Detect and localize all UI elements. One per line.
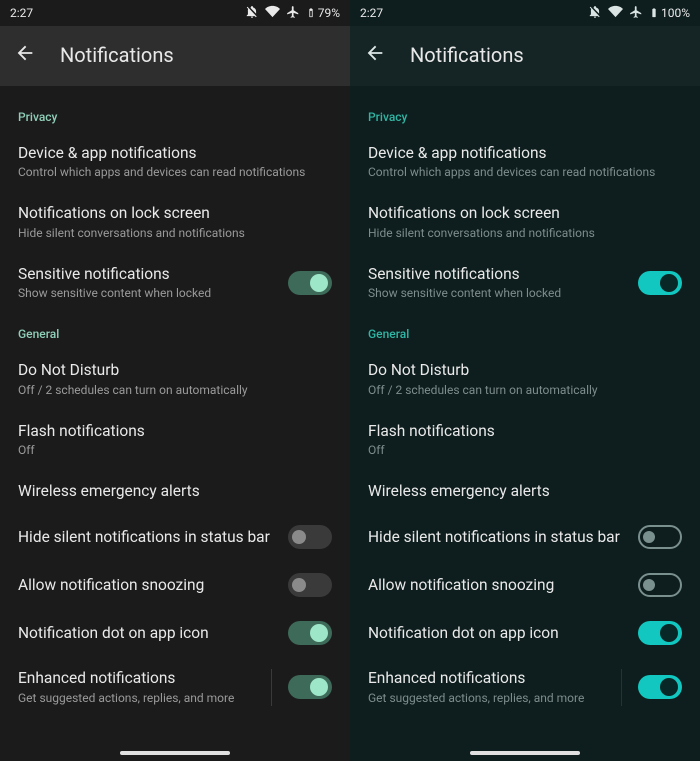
row-lock-screen-notifications[interactable]: Notifications on lock screen Hide silent… [350,192,700,252]
row-subtitle: Show sensitive content when locked [18,286,278,301]
toggle-hide-silent[interactable] [288,525,332,549]
battery-percent: 79% [318,6,340,20]
row-wireless-emergency-alerts[interactable]: Wireless emergency alerts [350,470,700,513]
row-subtitle: Show sensitive content when locked [368,286,628,301]
phone-right: 2:27 100% Notifications Privacy [350,0,700,761]
gesture-nav-handle[interactable] [120,751,230,755]
row-subtitle: Off / 2 schedules can turn on automatica… [368,383,682,398]
phone-left: 2:27 79% Notifications Privacy [0,0,350,761]
divider [271,669,272,705]
toggle-enhanced[interactable] [288,675,332,699]
toggle-snoozing[interactable] [638,573,682,597]
divider [621,669,622,705]
row-wireless-emergency-alerts[interactable]: Wireless emergency alerts [0,470,350,513]
row-device-app-notifications[interactable]: Device & app notifications Control which… [0,132,350,192]
row-notification-dot[interactable]: Notification dot on app icon [0,609,350,657]
row-title: Enhanced notifications [368,669,605,688]
settings-list[interactable]: Privacy Device & app notifications Contr… [0,86,350,761]
row-title: Allow notification snoozing [368,576,628,595]
status-icons: 100% [588,4,690,22]
battery-percent: 100% [661,6,690,20]
row-title: Wireless emergency alerts [18,482,332,501]
row-allow-snoozing[interactable]: Allow notification snoozing [0,561,350,609]
settings-list[interactable]: Privacy Device & app notifications Contr… [350,86,700,761]
row-hide-silent-statusbar[interactable]: Hide silent notifications in status bar [350,513,700,561]
row-allow-snoozing[interactable]: Allow notification snoozing [350,561,700,609]
row-notification-dot[interactable]: Notification dot on app icon [350,609,700,657]
toggle-enhanced[interactable] [638,675,682,699]
row-subtitle: Get suggested actions, replies, and more [18,691,255,706]
row-subtitle: Hide silent conversations and notificati… [368,226,682,241]
row-do-not-disturb[interactable]: Do Not Disturb Off / 2 schedules can tur… [0,349,350,409]
row-sensitive-notifications[interactable]: Sensitive notifications Show sensitive c… [350,253,700,313]
battery-indicator: 79% [306,5,340,21]
row-title: Do Not Disturb [18,361,332,380]
row-title: Notifications on lock screen [368,204,682,223]
toggle-snoozing[interactable] [288,573,332,597]
row-hide-silent-statusbar[interactable]: Hide silent notifications in status bar [0,513,350,561]
row-title: Enhanced notifications [18,669,255,688]
row-flash-notifications[interactable]: Flash notifications Off [0,410,350,470]
page-title: Notifications [60,43,174,67]
row-title: Hide silent notifications in status bar [368,528,628,547]
row-subtitle: Hide silent conversations and notificati… [18,226,332,241]
row-title: Notifications on lock screen [18,204,332,223]
toggle-sensitive[interactable] [638,271,682,295]
back-button[interactable] [364,42,386,68]
row-title: Device & app notifications [18,144,332,163]
toggle-sensitive[interactable] [288,271,332,295]
status-bar: 2:27 79% [0,0,350,26]
row-title: Wireless emergency alerts [368,482,682,501]
row-title: Allow notification snoozing [18,576,278,595]
section-general: General [350,313,700,349]
row-subtitle: Off [368,443,682,458]
row-title: Flash notifications [18,422,332,441]
row-title: Flash notifications [368,422,682,441]
section-privacy: Privacy [350,96,700,132]
dnd-off-icon [588,5,602,22]
wifi-icon [265,4,280,22]
row-flash-notifications[interactable]: Flash notifications Off [350,410,700,470]
status-time: 2:27 [360,6,383,20]
status-bar: 2:27 100% [350,0,700,26]
row-title: Sensitive notifications [18,265,278,284]
status-time: 2:27 [10,6,33,20]
battery-indicator: 100% [649,5,690,21]
row-subtitle: Off [18,443,332,458]
airplane-icon [629,5,643,22]
toggle-dot[interactable] [638,621,682,645]
header: Notifications [0,26,350,86]
row-title: Hide silent notifications in status bar [18,528,278,547]
airplane-icon [286,5,300,22]
header: Notifications [350,26,700,86]
row-lock-screen-notifications[interactable]: Notifications on lock screen Hide silent… [0,192,350,252]
row-enhanced-notifications[interactable]: Enhanced notifications Get suggested act… [350,657,700,717]
row-subtitle: Control which apps and devices can read … [368,165,682,180]
section-general: General [0,313,350,349]
row-enhanced-notifications[interactable]: Enhanced notifications Get suggested act… [0,657,350,717]
row-title: Do Not Disturb [368,361,682,380]
row-subtitle: Off / 2 schedules can turn on automatica… [18,383,332,398]
dnd-off-icon [245,5,259,22]
row-title: Notification dot on app icon [368,624,628,643]
gesture-nav-handle[interactable] [470,751,580,755]
status-icons: 79% [245,4,340,22]
section-privacy: Privacy [0,96,350,132]
page-title: Notifications [410,43,524,67]
row-device-app-notifications[interactable]: Device & app notifications Control which… [350,132,700,192]
row-sensitive-notifications[interactable]: Sensitive notifications Show sensitive c… [0,253,350,313]
toggle-hide-silent[interactable] [638,525,682,549]
wifi-icon [608,4,623,22]
row-title: Sensitive notifications [368,265,628,284]
row-subtitle: Control which apps and devices can read … [18,165,332,180]
back-button[interactable] [14,42,36,68]
row-subtitle: Get suggested actions, replies, and more [368,691,605,706]
row-title: Device & app notifications [368,144,682,163]
row-title: Notification dot on app icon [18,624,278,643]
row-do-not-disturb[interactable]: Do Not Disturb Off / 2 schedules can tur… [350,349,700,409]
toggle-dot[interactable] [288,621,332,645]
